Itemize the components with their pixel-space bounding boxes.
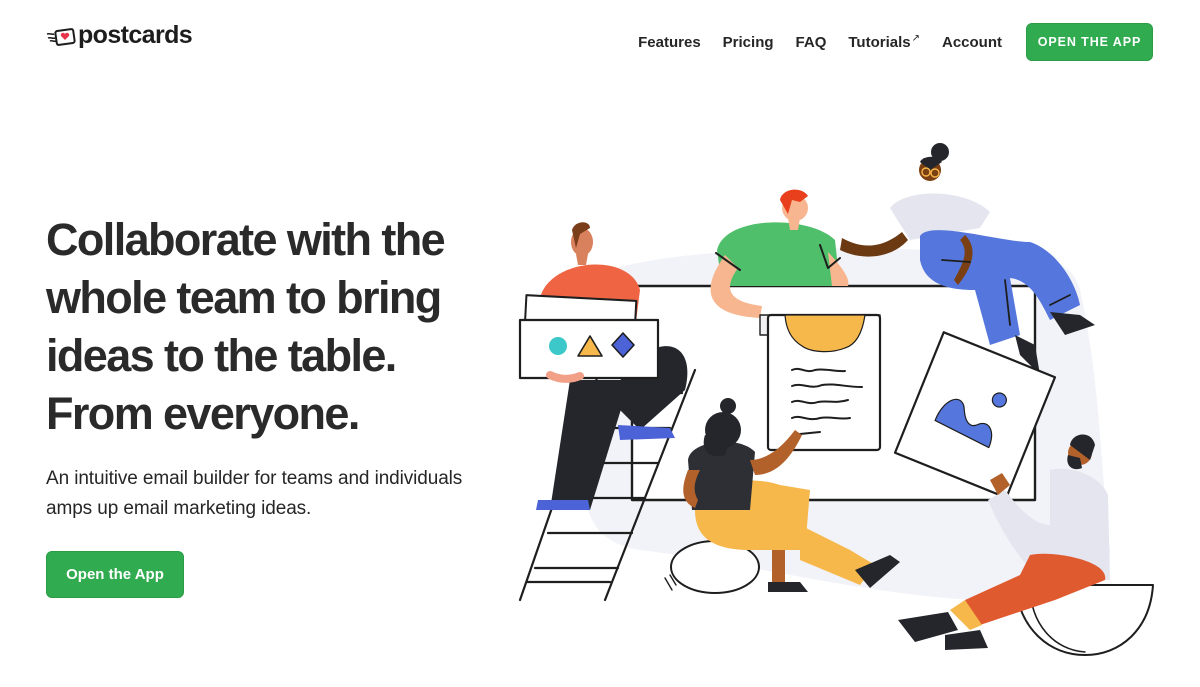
hero-title-line: ideas to the table.	[46, 330, 397, 381]
brand-logo[interactable]: postcards	[46, 21, 193, 49]
nav-tutorials-label: Tutorials	[848, 33, 911, 51]
site-header: postcards Features Pricing FAQ Tutorials…	[0, 0, 1200, 80]
nav-account[interactable]: Account	[942, 34, 1002, 51]
nav-tutorials[interactable]: Tutorials↗	[848, 32, 920, 51]
external-link-icon: ↗	[911, 32, 920, 44]
nav-features[interactable]: Features	[638, 34, 701, 51]
hero-title: Collaborate with the whole team to bring…	[46, 211, 516, 443]
postcard-heart-icon	[46, 28, 76, 46]
hero-subtitle-line: An intuitive email builder for teams and…	[46, 468, 463, 489]
team-collaboration-illustration	[518, 143, 1154, 656]
hero-title-line: Collaborate with the	[46, 214, 446, 265]
hero-title-line: From everyone.	[46, 388, 360, 439]
open-app-hero-button[interactable]: Open the App	[46, 551, 184, 598]
hero-title-line: whole team to bring	[46, 272, 442, 323]
circle-shape-icon	[549, 337, 567, 355]
hero-subtitle-line: amps up email marketing ideas.	[46, 498, 312, 519]
nav-pricing[interactable]: Pricing	[723, 34, 774, 51]
hero-subtitle: An intuitive email builder for teams and…	[46, 464, 516, 524]
brand-name: postcards	[78, 21, 193, 49]
open-app-header-button[interactable]: OPEN THE APP	[1026, 23, 1153, 61]
nav-faq[interactable]: FAQ	[796, 34, 827, 51]
main-nav: Features Pricing FAQ Tutorials↗ Account …	[638, 23, 1153, 61]
hero-illustration	[510, 130, 1190, 680]
document-card	[759, 313, 882, 452]
